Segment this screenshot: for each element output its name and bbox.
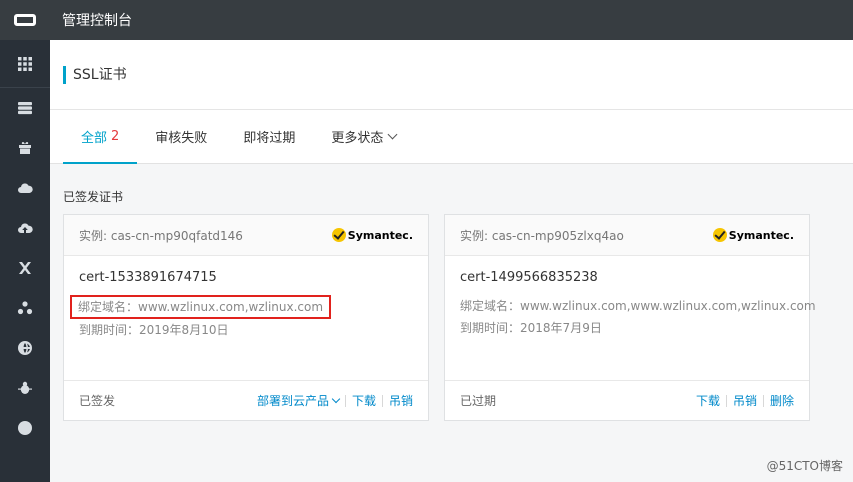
aliyun-logo-icon[interactable]	[0, 0, 50, 40]
cloud-icon[interactable]	[0, 168, 50, 208]
deploy-label: 部署到云产品	[256, 394, 329, 408]
card-body: cert-1499566835238 绑定域名：www.wzlinux.com,…	[445, 256, 816, 382]
delete-button[interactable]: 删除	[770, 392, 794, 409]
tab-expiring-soon-label: 即将过期	[243, 130, 296, 146]
status-badge: 已过期	[460, 394, 497, 408]
page-header: SSL证书	[50, 40, 853, 110]
sidebar	[0, 40, 50, 482]
tab-more-status[interactable]: 更多状态	[313, 109, 414, 163]
download-button[interactable]: 下载	[696, 392, 720, 409]
page-title: SSL证书	[63, 65, 127, 84]
top-bar: 管理控制台	[0, 0, 853, 40]
cluster-icon[interactable]	[0, 288, 50, 328]
card-header: 实例: cas-cn-mp905zlxq4ao Symantec.	[445, 215, 809, 256]
card-body: cert-1533891674715 绑定域名：www.wzlinux.com,…	[64, 256, 428, 382]
network-icon[interactable]	[0, 248, 50, 288]
brand-name: Symantec.	[728, 228, 794, 242]
card-actions: 部署到云产品 下载 吊销	[257, 392, 413, 409]
tab-more-status-label: 更多状态	[331, 130, 384, 146]
symantec-check-icon	[712, 228, 727, 242]
cert-name: cert-1499566835238	[460, 270, 598, 285]
expire-label: 到期时间：	[79, 323, 140, 337]
card-footer: 已签发 部署到云产品 下载 吊销	[64, 380, 428, 420]
certificate-card: 实例: cas-cn-mp90qfatd146 Symantec. cert-1…	[63, 214, 429, 421]
expire-value: 2019年8月10日	[139, 323, 229, 337]
bug-icon[interactable]	[0, 368, 50, 408]
domain-highlight-box: 绑定域名：www.wzlinux.com,wzlinux.com	[70, 295, 332, 319]
brand-name: Symantec.	[347, 228, 413, 242]
tab-all-label: 全部	[81, 130, 108, 146]
globe-icon[interactable]	[0, 328, 50, 368]
status-badge: 已签发	[79, 394, 116, 408]
gift-icon[interactable]	[0, 128, 50, 168]
instance-id: 实例: cas-cn-mp90qfatd146	[79, 228, 243, 243]
app-title[interactable]: 管理控制台	[62, 10, 132, 30]
tab-all-count: 2	[111, 128, 120, 144]
card-actions: 下载 吊销 删除	[696, 392, 794, 409]
cloud-upload-icon[interactable]	[0, 208, 50, 248]
action-divider	[344, 394, 346, 407]
watermark: @51CTO博客	[766, 459, 843, 473]
action-divider	[762, 394, 764, 407]
domain-value: www.wzlinux.com,www.wzlinux.com,wzlinux.…	[520, 299, 816, 313]
symantec-logo: Symantec.	[712, 228, 794, 242]
download-button[interactable]: 下载	[352, 392, 376, 409]
tab-all[interactable]: 全部 2	[63, 109, 138, 164]
tab-review-failed[interactable]: 审核失败	[137, 109, 225, 163]
tab-expiring-soon[interactable]: 即将过期	[225, 109, 313, 163]
certificate-card: 实例: cas-cn-mp905zlxq4ao Symantec. cert-1…	[444, 214, 816, 421]
card-header: 实例: cas-cn-mp90qfatd146 Symantec.	[64, 215, 428, 256]
domain-label: 绑定域名：	[78, 300, 139, 314]
instance-id: 实例: cas-cn-mp905zlxq4ao	[460, 228, 624, 243]
expire-label: 到期时间：	[460, 321, 521, 335]
revoke-button[interactable]: 吊销	[389, 392, 413, 409]
action-divider	[381, 394, 383, 407]
deploy-to-cloud-button[interactable]: 部署到云产品	[256, 392, 341, 409]
status-tabs: 全部 2 审核失败 即将过期 更多状态	[50, 110, 853, 164]
main-content: SSL证书 全部 2 审核失败 即将过期 更多状态 已签发证书 实例: cas-…	[50, 40, 853, 482]
expire-value: 2018年7月9日	[520, 321, 602, 335]
card-footer: 已过期 下载 吊销 删除	[445, 380, 809, 420]
symantec-check-icon	[331, 228, 346, 242]
action-divider	[725, 394, 727, 407]
circle-icon[interactable]	[0, 408, 50, 448]
grid-icon[interactable]	[0, 40, 50, 88]
revoke-button[interactable]: 吊销	[733, 392, 757, 409]
cert-name: cert-1533891674715	[79, 270, 217, 285]
domain-label: 绑定域名：	[460, 299, 521, 313]
section-label: 已签发证书	[63, 190, 124, 204]
tab-review-failed-label: 审核失败	[155, 130, 208, 146]
database-icon[interactable]	[0, 88, 50, 128]
domain-value: www.wzlinux.com,wzlinux.com	[138, 300, 324, 314]
symantec-logo: Symantec.	[331, 228, 413, 242]
chevron-down-icon	[331, 394, 341, 404]
chevron-down-icon	[387, 129, 398, 139]
